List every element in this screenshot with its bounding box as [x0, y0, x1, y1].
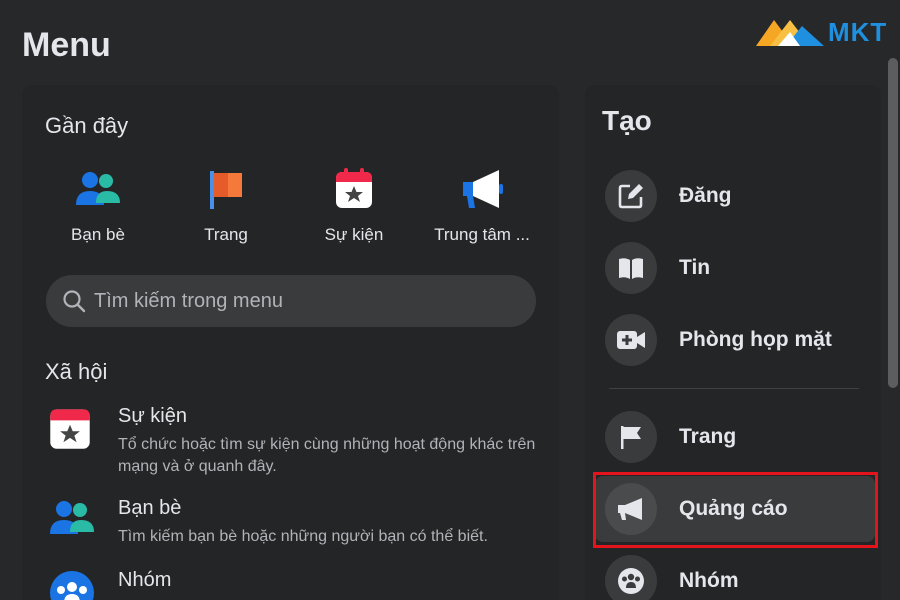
create-divider: [609, 388, 859, 389]
create-title: Tạo: [602, 105, 652, 136]
flag-icon: [621, 426, 641, 449]
scrollbar[interactable]: [888, 58, 898, 388]
calendar-star-icon: [330, 165, 378, 213]
social-item-friends[interactable]: Bạn bè Tìm kiếm bạn bè hoặc những người …: [48, 497, 548, 548]
search-icon: [63, 290, 86, 313]
friends-icon: [48, 497, 96, 545]
social-item-desc: Tổ chức hoặc tìm sự kiện cùng những hoạt…: [118, 436, 536, 475]
create-item-room[interactable]: Phòng họp mặt: [595, 307, 875, 373]
social-item-groups[interactable]: Nhóm: [48, 569, 548, 600]
mkt-logo: MKT: [756, 14, 892, 50]
create-item-group[interactable]: Nhóm: [595, 548, 875, 600]
recent-item-events[interactable]: Sự kiện: [290, 165, 418, 255]
create-item-post[interactable]: Đăng: [595, 163, 875, 229]
social-item-events[interactable]: Sự kiện Tổ chức hoặc tìm sự kiện cùng nh…: [48, 405, 548, 478]
edit-icon: [618, 184, 643, 209]
recent-item-label: Trung tâm ...: [434, 225, 530, 244]
recent-item-label: Bạn bè: [71, 225, 125, 244]
recent-item-ads-center[interactable]: Trung tâm ...: [418, 165, 546, 255]
logo-text: MKT: [828, 16, 888, 47]
recent-title: Gần đây: [45, 113, 129, 138]
recent-item-label: Trang: [204, 225, 248, 244]
create-item-label: Đăng: [679, 184, 732, 207]
social-title: Xã hội: [45, 359, 108, 384]
book-icon: [619, 258, 643, 279]
create-item-label: Phòng họp mặt: [679, 328, 832, 351]
group-icon: [48, 569, 96, 600]
social-item-desc: Tìm kiếm bạn bè hoặc những người bạn có …: [118, 528, 488, 545]
social-item-title: Sự kiện: [118, 405, 187, 427]
megaphone-icon: [458, 165, 506, 213]
search-bar[interactable]: [46, 275, 536, 327]
recent-item-friends[interactable]: Bạn bè: [34, 165, 162, 255]
create-item-page[interactable]: Trang: [595, 404, 875, 470]
create-item-label: Tin: [679, 256, 711, 279]
friends-icon: [74, 165, 122, 213]
recent-item-pages[interactable]: Trang: [162, 165, 290, 255]
menu-left-panel: Gần đây Bạn bè Trang Sự kiện Trung tâm .…: [22, 85, 559, 600]
create-item-label: Trang: [679, 425, 737, 448]
flag-icon: [202, 165, 250, 213]
page-title: Menu: [22, 26, 111, 64]
recent-shortcuts: Bạn bè Trang Sự kiện Trung tâm ...: [34, 165, 549, 255]
search-input[interactable]: [94, 289, 514, 313]
social-item-title: Nhóm: [118, 569, 172, 591]
calendar-star-icon: [48, 405, 96, 453]
recent-item-label: Sự kiện: [324, 225, 384, 244]
create-item-story[interactable]: Tin: [595, 235, 875, 301]
ad-highlight-frame: [593, 472, 878, 548]
group-icon: [618, 568, 644, 594]
mountain-logo-icon: [756, 20, 824, 46]
social-item-title: Bạn bè: [118, 497, 182, 519]
create-item-label: Nhóm: [679, 569, 739, 592]
video-plus-icon: [617, 331, 645, 349]
